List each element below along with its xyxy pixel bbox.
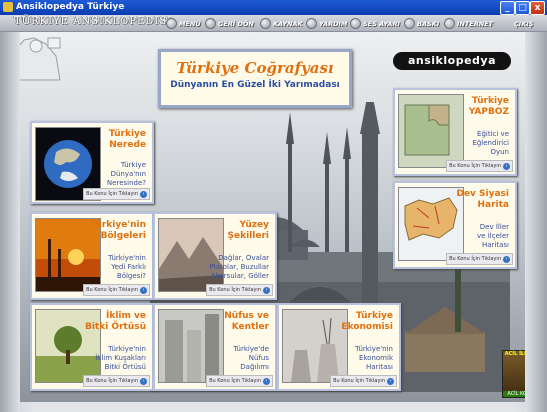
card-description: Dev İller ve İlçeler Haritası: [477, 223, 509, 249]
help-label: YARDIM: [319, 19, 348, 28]
volume-label: SES AYARI: [363, 19, 400, 28]
arrow-right-icon: ›: [387, 377, 394, 385]
city-image: [158, 309, 224, 383]
card-title: Türkiye YAPBOZ: [468, 96, 509, 117]
card-more-button[interactable]: Bu Konu İçin Tıklayın ›: [206, 375, 273, 387]
menu-label: MENÜ: [179, 19, 201, 28]
card-description: Türkiye Dünya'nın Neresinde?: [106, 161, 146, 187]
help-button[interactable]: YARDIM: [306, 18, 347, 29]
arrow-right-icon: ›: [140, 377, 147, 385]
brand-logo: ansiklopedya: [393, 52, 511, 70]
card-more-button[interactable]: Bu Konu İçin Tıklayın ›: [83, 284, 150, 296]
internet-icon: [444, 18, 455, 29]
arrow-right-icon: ›: [140, 190, 147, 198]
arrow-right-icon: ›: [263, 377, 270, 385]
app-window: Ansiklopedya Türkiye _ □ x TÜRKIYE ANSIK…: [0, 0, 547, 412]
arrow-right-icon: ›: [263, 286, 270, 294]
internet-button[interactable]: INTERNET: [444, 18, 493, 29]
print-icon: [404, 18, 415, 29]
arrow-right-icon: ›: [503, 255, 510, 263]
arrow-right-icon: ›: [140, 286, 147, 294]
exit-label: ÇIKIŞ: [514, 19, 534, 28]
card-turkiye-nerede[interactable]: Türkiye Nerede Türkiye Dünya'nın Neresinde?…: [30, 121, 154, 204]
source-button[interactable]: KAYNAK: [260, 18, 303, 29]
card-title: Dev Siyasi Harita: [456, 189, 509, 210]
left-frame: [0, 32, 20, 412]
back-label: GERİ DÖN: [218, 19, 254, 28]
card-bolgeleri[interactable]: Türkiye'nin Bölgeleri Türkiye'nin Yedi Far…: [30, 212, 154, 300]
menu-icon: [166, 18, 177, 29]
powerplant-image: [282, 309, 348, 383]
card-more-button[interactable]: Bu Konu İçin Tıklayın ›: [206, 284, 273, 296]
toolbar: TÜRKIYE ANSIKLOPEDISI MENÜ GERİ DÖN KAYN…: [0, 15, 547, 32]
card-title: Nüfus ve Kentler: [224, 311, 269, 332]
card-title: İklim ve Bitki Örtüsü: [84, 311, 146, 332]
card-more-button[interactable]: Bu Konu İçin Tıklayın ›: [83, 375, 150, 387]
menu-button[interactable]: MENÜ: [166, 18, 201, 29]
card-yuzey-sekilleri[interactable]: Yüzey Şekilleri Dağlar, Ovalar Platolar, B…: [153, 212, 277, 300]
app-logo-text: TÜRKIYE ANSIKLOPEDISI: [14, 16, 173, 27]
card-description: Türkiye'nin İklim Kuşakları Bitki Örtüsü: [95, 345, 146, 371]
card-title: Yüzey Şekilleri: [227, 220, 269, 241]
source-icon: [260, 18, 271, 29]
main-area: Türkiye Coğrafyası Dünyanın En Güzel İki…: [0, 32, 547, 412]
card-description: Eğitici ve Eğlendirici Oyun: [472, 130, 509, 156]
volume-icon: [350, 18, 361, 29]
exit-button[interactable]: ÇIKIŞ: [514, 18, 533, 29]
print-button[interactable]: BASKI: [404, 18, 439, 29]
card-title: Türkiye'nin Bölgeleri: [90, 220, 146, 241]
card-more-button[interactable]: Bu Konu İçin Tıklayın ›: [330, 375, 397, 387]
print-label: BASKI: [417, 19, 440, 28]
right-frame: [525, 32, 547, 412]
card-title: Türkiye Nerede: [108, 129, 146, 150]
title-banner: Türkiye Coğrafyası Dünyanın En Güzel İki…: [158, 49, 352, 108]
card-description: Dağlar, Ovalar Platolar, Buzullar Akarsula…: [209, 254, 269, 280]
card-nufus[interactable]: Nüfus ve Kentler Türkiye'de Nüfus Dağılımı …: [153, 303, 277, 391]
puzzle-image: [398, 94, 464, 168]
back-icon: [205, 18, 216, 29]
banner-title: Türkiye Coğrafyası: [176, 59, 334, 77]
card-iklim[interactable]: İklim ve Bitki Örtüsü Türkiye'nin İklim Ku…: [30, 303, 154, 391]
card-more-button[interactable]: Bu Konu İçin Tıklayın ›: [446, 253, 513, 265]
window-title: Ansiklopedya Türkiye: [16, 2, 125, 12]
card-harita[interactable]: Dev Siyasi Harita Dev İller ve İlçeler Hari…: [393, 181, 517, 269]
card-title: Türkiye Ekonomisi: [341, 311, 393, 332]
app-icon: [3, 2, 13, 12]
internet-label: INTERNET: [457, 19, 494, 28]
maximize-button[interactable]: □: [515, 1, 530, 15]
volume-button[interactable]: SES AYARI: [350, 18, 400, 29]
card-description: Türkiye'nin Ekonomik Haritası: [355, 345, 393, 371]
card-more-button[interactable]: Bu Konu İçin Tıklayın ›: [446, 160, 513, 172]
help-icon: [306, 18, 317, 29]
back-button[interactable]: GERİ DÖN: [205, 18, 254, 29]
close-button[interactable]: x: [530, 1, 545, 15]
arrow-right-icon: ›: [503, 162, 510, 170]
title-bar: Ansiklopedya Türkiye _ □ x: [0, 0, 547, 15]
card-yapboz[interactable]: Türkiye YAPBOZ Eğitici ve Eğlendirici Oyun …: [393, 88, 517, 176]
map-image: [398, 187, 464, 261]
card-description: Türkiye'nin Yedi Farklı Bölgesi?: [108, 254, 146, 280]
source-label: KAYNAK: [273, 19, 303, 28]
banner-subtitle: Dünyanın En Güzel İki Yarımadası: [170, 80, 340, 90]
card-more-button[interactable]: Bu Konu İçin Tıklayın ›: [83, 188, 150, 200]
minimize-button[interactable]: _: [500, 1, 515, 15]
card-description: Türkiye'de Nüfus Dağılımı: [233, 345, 269, 371]
card-ekonomi[interactable]: Türkiye Ekonomisi Türkiye'nin Ekonomik Hari…: [277, 303, 401, 391]
